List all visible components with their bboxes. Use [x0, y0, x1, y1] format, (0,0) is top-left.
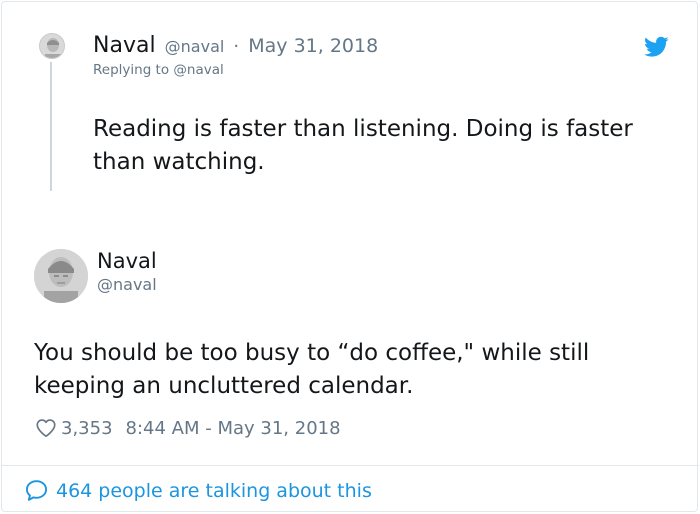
- thread-connector-line: [50, 62, 52, 191]
- parent-tweet-header: Naval @naval · May 31, 2018: [93, 33, 378, 58]
- main-tweet-text: You should be too busy to “do coffee," w…: [34, 340, 590, 399]
- tweet-meta-row: 3,353 8:44 AM - May 31, 2018: [35, 415, 341, 441]
- parent-author-handle[interactable]: @naval: [165, 37, 225, 56]
- like-count[interactable]: 3,353: [61, 418, 113, 439]
- footer-divider: [2, 465, 699, 466]
- heart-icon[interactable]: [35, 417, 57, 439]
- parent-tweet-text: Reading is faster than listening. Doing …: [93, 116, 633, 175]
- main-author-name[interactable]: Naval: [97, 249, 157, 273]
- tweet-timestamp[interactable]: 8:44 AM - May 31, 2018: [126, 418, 341, 439]
- talking-about-text[interactable]: 464 people are talking about this: [56, 480, 372, 502]
- embedded-tweet-card: Naval @naval · May 31, 2018 Replying to …: [1, 1, 699, 512]
- twitter-bird-icon[interactable]: [644, 36, 669, 58]
- avatar-image: [34, 249, 88, 303]
- header-separator: ·: [233, 36, 240, 57]
- speech-bubble-icon: [25, 480, 48, 501]
- conversation-link[interactable]: 464 people are talking about this: [24, 478, 372, 503]
- replying-to-label[interactable]: Replying to @naval: [93, 62, 224, 78]
- parent-tweet-date[interactable]: May 31, 2018: [248, 35, 378, 57]
- main-avatar[interactable]: [34, 249, 88, 303]
- parent-avatar[interactable]: [39, 33, 65, 59]
- main-author-handle[interactable]: @naval: [97, 275, 157, 294]
- parent-author-name[interactable]: Naval: [93, 33, 156, 58]
- avatar-image: [40, 34, 64, 58]
